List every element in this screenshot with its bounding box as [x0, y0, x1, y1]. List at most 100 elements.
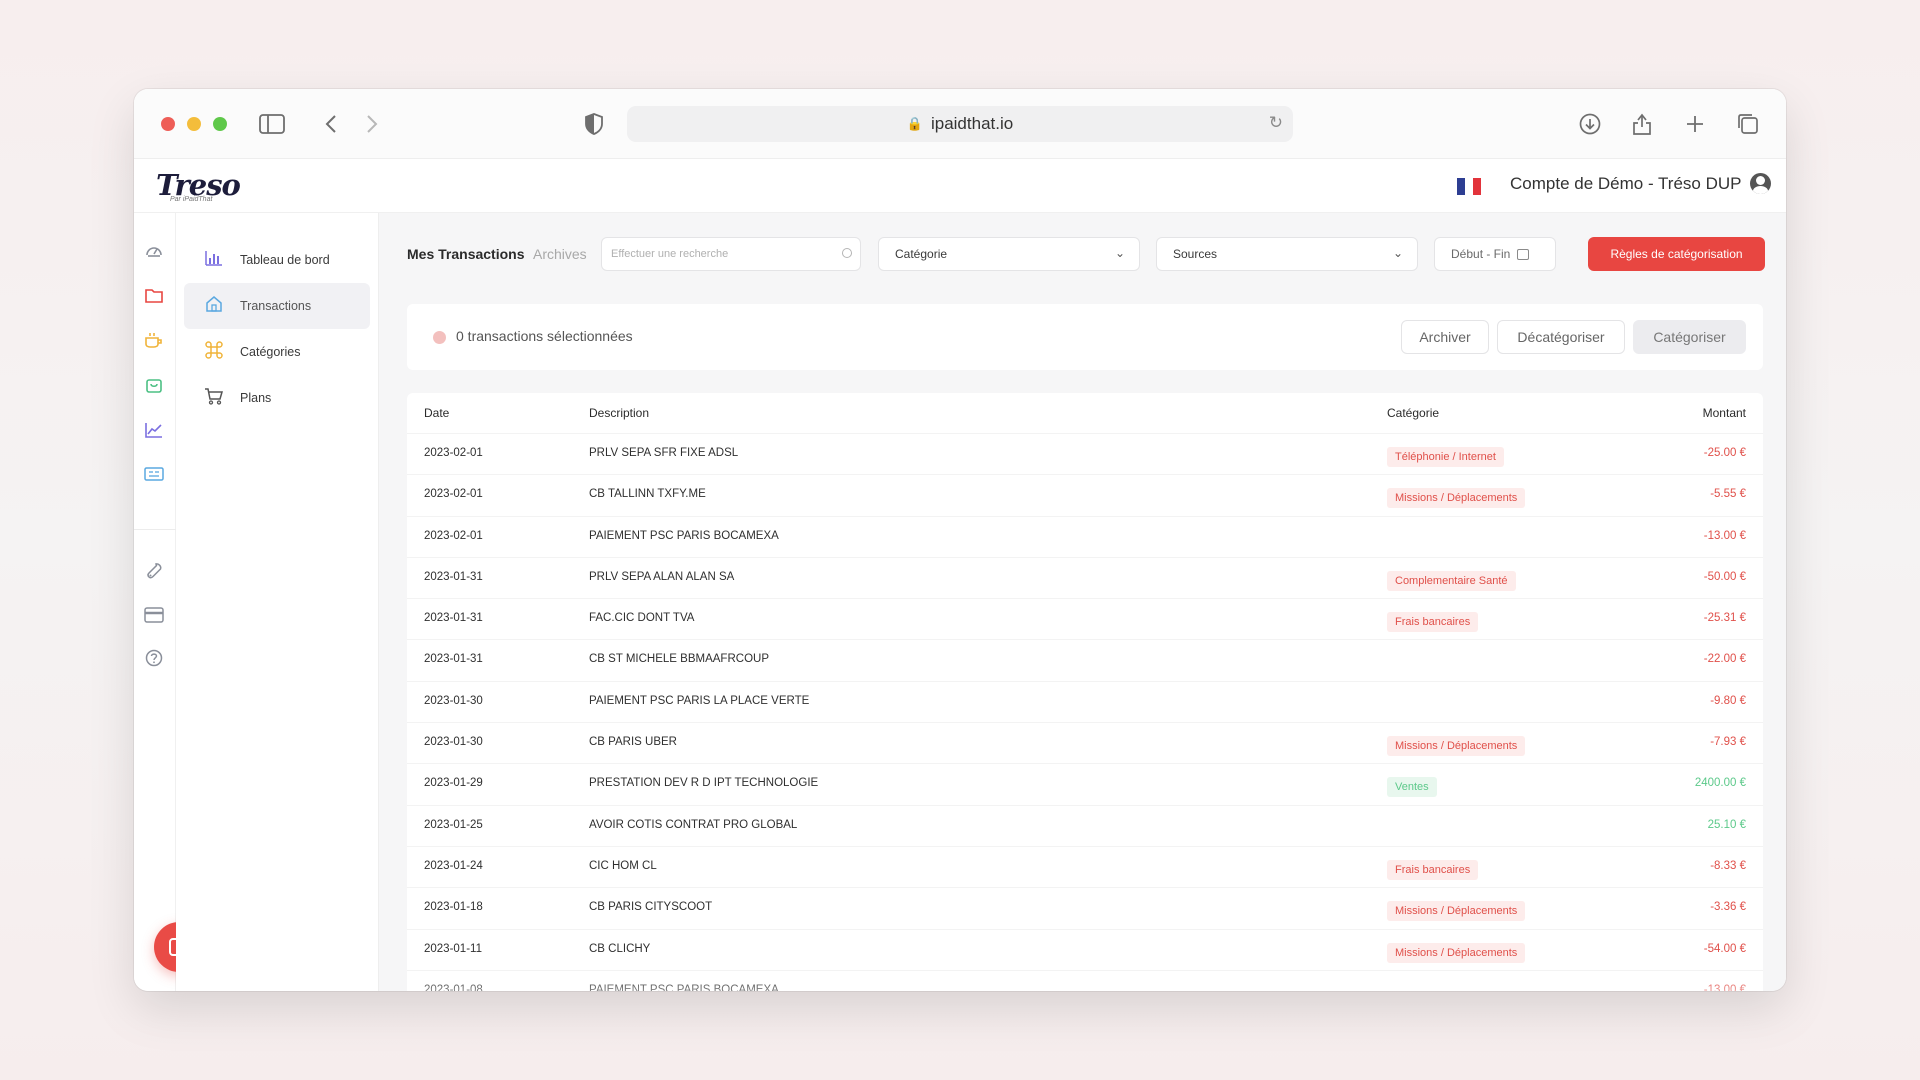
table-row[interactable]: 2023-01-25 AVOIR COTIS CONTRAT PRO GLOBAL… — [407, 804, 1763, 846]
cell-description: FAC.CIC DONT TVA — [589, 612, 695, 625]
sidebar-item-label: Catégories — [240, 345, 301, 359]
table-row[interactable]: 2023-02-01 PAIEMENT PSC PARIS BOCAMEXA -13… — [407, 515, 1763, 557]
table-row[interactable]: 2023-01-31 FAC.CIC DONT TVA Frais bancaire… — [407, 598, 1763, 639]
cell-date: 2023-01-24 — [424, 859, 483, 872]
new-tab-icon[interactable] — [1681, 111, 1709, 137]
gauge-icon[interactable] — [143, 239, 165, 261]
header-description[interactable]: Description — [589, 406, 649, 420]
sidebar-item-transactions[interactable]: Transactions — [184, 283, 370, 329]
table-row[interactable]: 2023-01-31 CB ST MICHELE BBMAAFRCOUP -22.0… — [407, 639, 1763, 680]
category-badge[interactable]: Frais bancaires — [1387, 859, 1479, 880]
tab-archives[interactable]: Archives — [533, 246, 587, 262]
forward-icon[interactable] — [358, 111, 386, 137]
category-badge[interactable]: Missions / Déplacements — [1387, 901, 1526, 922]
treso-logo[interactable]: Treso Par iPaidThat — [156, 168, 241, 203]
sources-select-label: Sources — [1173, 247, 1218, 261]
category-select-label: Catégorie — [895, 247, 948, 261]
lock-icon: 🔒 — [906, 116, 923, 131]
sources-select[interactable]: Sources ⌄ — [1156, 237, 1418, 271]
cell-date: 2023-02-01 — [424, 488, 483, 501]
sidebar-item-plans[interactable]: Plans — [184, 375, 370, 421]
cell-amount: -25.31 € — [1703, 612, 1746, 625]
cell-amount: -22.00 € — [1703, 653, 1746, 666]
wrench-icon[interactable] — [143, 560, 165, 582]
credit-card-icon[interactable] — [143, 604, 165, 626]
header-date[interactable]: Date — [424, 406, 449, 420]
cell-amount: -25.00 € — [1703, 447, 1746, 459]
folder-icon[interactable] — [143, 284, 165, 306]
sidebar-item-categories[interactable]: Catégories — [184, 329, 370, 375]
ticket-icon[interactable] — [143, 463, 165, 485]
selection-count: 0 transactions sélectionnées — [456, 328, 633, 344]
browser-window: 🔒 ipaidthat.io ↻ Treso Par iPaidThat Com… — [134, 89, 1786, 991]
shield-icon[interactable] — [580, 111, 608, 137]
cell-date: 2023-02-01 — [424, 447, 483, 459]
date-range-label: Début - Fin — [1451, 247, 1511, 261]
header-amount[interactable]: Montant — [1703, 406, 1746, 420]
url-text: ipaidthat.io — [930, 114, 1014, 133]
share-icon[interactable] — [1628, 111, 1656, 137]
help-icon[interactable] — [143, 647, 165, 669]
cell-amount: 2400.00 € — [1694, 777, 1746, 790]
cell-amount: -9.80 € — [1710, 694, 1746, 707]
sidebar-item-label: Transactions — [240, 299, 312, 313]
maximize-window-button[interactable] — [213, 117, 227, 131]
table-row[interactable]: 2023-01-29 PRESTATION DEV R D IPT TECHNOL… — [407, 763, 1763, 804]
french-flag-icon[interactable] — [1457, 178, 1481, 195]
cell-description: CB ST MICHELE BBMAAFRCOUP — [589, 653, 769, 666]
cell-description: PRLV SEPA SFR FIXE ADSL — [589, 447, 739, 459]
cell-date: 2023-02-01 — [424, 529, 483, 542]
close-window-button[interactable] — [161, 117, 175, 131]
category-badge[interactable]: Missions / Déplacements — [1387, 942, 1526, 963]
table-row[interactable]: 2023-01-30 PAIEMENT PSC PARIS LA PLACE VE… — [407, 680, 1763, 722]
category-badge[interactable]: Frais bancaires — [1387, 612, 1479, 633]
back-icon[interactable] — [317, 111, 345, 137]
category-select[interactable]: Catégorie ⌄ — [878, 237, 1140, 271]
tabs-overview-icon[interactable] — [1734, 111, 1762, 137]
shopping-bag-icon[interactable] — [143, 374, 165, 396]
table-body: 2023-02-01 PRLV SEPA SFR FIXE ADSL Télépho… — [407, 433, 1763, 991]
tab-transactions[interactable]: Mes Transactions — [407, 246, 525, 262]
table-row[interactable]: 2023-01-24 CIC HOM CL Frais bancaires -8.33… — [407, 845, 1763, 887]
sidebar-item-dashboard[interactable]: Tableau de bord — [184, 237, 370, 283]
category-badge[interactable]: Complementaire Santé — [1387, 570, 1516, 591]
selection-indicator-icon — [433, 331, 446, 344]
uncategorize-button[interactable]: Décatégoriser — [1497, 320, 1625, 354]
category-badge[interactable]: Ventes — [1387, 777, 1437, 798]
categorize-button[interactable]: Catégoriser — [1633, 320, 1746, 354]
table-row[interactable]: 2023-01-18 CB PARIS CITYSCOOT Missions / D… — [407, 887, 1763, 928]
minimize-window-button[interactable] — [187, 117, 201, 131]
date-range-picker[interactable]: Début - Fin — [1434, 237, 1556, 271]
cell-date: 2023-01-11 — [424, 942, 482, 955]
sidebar-item-label: Tableau de bord — [240, 253, 330, 267]
search-input[interactable]: Effectuer une recherche — [601, 237, 861, 271]
table-row[interactable]: 2023-02-01 CB TALLINN TXFY.ME Missions / D… — [407, 474, 1763, 515]
reload-icon[interactable]: ↻ — [1269, 113, 1283, 133]
category-badge[interactable]: Missions / Déplacements — [1387, 488, 1526, 509]
user-avatar-icon[interactable] — [1750, 173, 1772, 194]
account-menu[interactable]: Compte de Démo - Tréso DUP — [1510, 173, 1772, 194]
archive-button[interactable]: Archiver — [1401, 320, 1489, 354]
table-row[interactable]: 2023-02-01 PRLV SEPA SFR FIXE ADSL Télépho… — [407, 433, 1763, 474]
cell-date: 2023-01-30 — [424, 694, 483, 707]
download-icon[interactable] — [1576, 111, 1604, 137]
category-badge[interactable]: Téléphonie / Internet — [1387, 447, 1504, 467]
table-row[interactable]: 2023-01-30 CB PARIS UBER Missions / Déplac… — [407, 722, 1763, 763]
app-header: Treso Par iPaidThat Compte de Démo - Tré… — [134, 159, 1786, 213]
cell-date: 2023-01-25 — [424, 818, 483, 831]
cell-amount: -5.55 € — [1710, 488, 1746, 501]
cell-description: PAIEMENT PSC PARIS LA PLACE VERTE — [589, 694, 810, 707]
cell-amount: 25.10 € — [1707, 818, 1746, 831]
header-category[interactable]: Catégorie — [1387, 406, 1439, 420]
address-bar[interactable]: 🔒 ipaidthat.io ↻ — [627, 106, 1293, 142]
search-placeholder: Effectuer une recherche — [611, 248, 729, 260]
line-chart-icon[interactable] — [143, 419, 165, 441]
table-row[interactable]: 2023-01-11 CB CLICHY Missions / Déplacemen… — [407, 928, 1763, 970]
cell-date: 2023-01-29 — [424, 777, 483, 790]
table-row[interactable]: 2023-01-31 PRLV SEPA ALAN ALAN SA Compleme… — [407, 556, 1763, 598]
sidebar-toggle-icon[interactable] — [258, 111, 286, 137]
categorization-rules-button[interactable]: Règles de catégorisation — [1588, 237, 1765, 271]
category-badge[interactable]: Missions / Déplacements — [1387, 736, 1526, 757]
coffee-icon[interactable] — [143, 329, 165, 351]
cart-icon — [204, 387, 224, 410]
